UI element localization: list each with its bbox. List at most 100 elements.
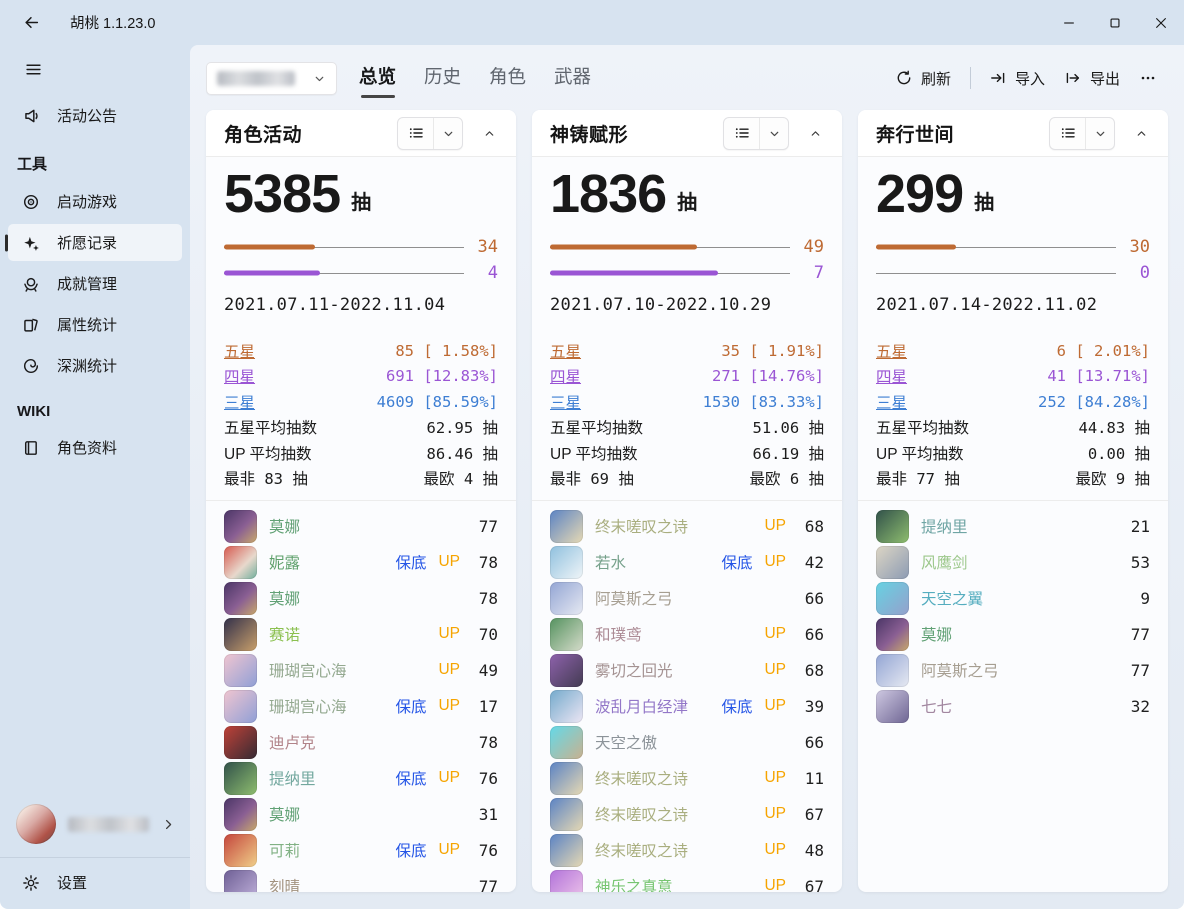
user-account-row[interactable] [0,795,190,853]
refresh-icon [896,70,912,86]
pull-count: 78 [472,589,498,608]
five-star-link[interactable]: 五星 [224,340,255,362]
list-mode-split-button[interactable] [723,117,789,150]
item-name: 莫娜 [269,515,436,537]
up-badge: UP [764,805,786,823]
item-name: 天空之傲 [595,731,762,753]
item-avatar [224,654,257,687]
launch-game-icon [21,192,40,211]
item-name: 和璞鸢 [595,623,740,645]
four-star-link[interactable]: 四星 [876,365,907,387]
tab-history[interactable]: 历史 [422,55,463,101]
banner-title: 奔行世间 [876,120,954,147]
four-star-link[interactable]: 四星 [550,365,581,387]
best-pull-value: 最欧 9 抽 [1076,467,1151,489]
maximize-button[interactable] [1092,0,1138,45]
item-avatar [224,618,257,651]
total-pulls: 5385 [224,167,340,222]
export-icon [1065,70,1081,86]
pull-item-row: 雾切之回光UP68 [550,652,824,688]
back-button[interactable] [14,8,48,38]
item-name: 若水 [595,551,709,573]
four-star-link[interactable]: 四星 [224,365,255,387]
pull-item-row: 若水保底UP42 [550,544,824,580]
item-avatar [550,690,583,723]
collapse-button[interactable] [800,118,830,148]
titlebar: 胡桃 1.1.23.0 [0,0,1184,45]
tab-bar: 总览 历史 角色 武器 [357,55,593,101]
tab-characters[interactable]: 角色 [487,55,528,101]
pull-item-row: 珊瑚宫心海UP49 [224,652,498,688]
refresh-button[interactable]: 刷新 [886,61,961,96]
sidebar-section-tools: 工具 [0,136,190,181]
date-range: 2021.07.11-2022.11.04 [224,295,498,315]
guarantee-badge: 保底 [721,551,752,573]
list-mode-split-button[interactable] [397,117,463,150]
item-name: 阿莫斯之弓 [595,587,762,609]
three-star-link[interactable]: 三星 [224,391,255,413]
abyss-stats-icon [21,356,40,375]
close-button[interactable] [1138,0,1184,45]
up-badge: UP [438,661,460,679]
list-icon[interactable] [1050,118,1085,149]
sidebar-item-settings[interactable]: 设置 [8,864,182,901]
guarantee-badge: 保底 [721,695,752,717]
sidebar-item-character-wiki[interactable]: 角色资料 [8,429,182,466]
sidebar-item-announcements[interactable]: 活动公告 [8,97,182,134]
sidebar-item-achievements[interactable]: 成就管理 [8,265,182,302]
uid-selector-dropdown[interactable] [206,62,337,95]
tab-overview[interactable]: 总览 [357,55,398,101]
item-avatar [550,654,583,687]
sidebar-section-wiki: WIKI [0,386,190,427]
five-star-pity-bar: 49 [550,238,824,256]
item-name: 终末嗟叹之诗 [595,803,740,825]
pull-count: 39 [798,697,824,716]
item-avatar [876,654,909,687]
pull-count: 78 [472,733,498,752]
item-avatar [224,798,257,831]
three-star-link[interactable]: 三星 [550,391,581,413]
chevron-down-icon[interactable] [1085,118,1114,149]
avg-five-label: 五星平均抽数 [550,416,643,438]
list-icon[interactable] [398,118,433,149]
chevron-up-icon [1135,127,1148,140]
minimize-button[interactable] [1046,0,1092,45]
item-avatar [550,582,583,615]
sidebar-item-launch-game[interactable]: 启动游戏 [8,183,182,220]
item-avatar [224,690,257,723]
import-button[interactable]: 导入 [980,61,1055,96]
sidebar-item-label: 启动游戏 [57,191,117,212]
collapse-button[interactable] [474,118,504,148]
sidebar-item-property-stats[interactable]: 属性统计 [8,306,182,343]
item-name: 赛诺 [269,623,414,645]
item-name: 珊瑚宫心海 [269,695,383,717]
five-star-link[interactable]: 五星 [550,340,581,362]
list-icon[interactable] [724,118,759,149]
card-header: 奔行世间 [858,110,1168,157]
three-star-link[interactable]: 三星 [876,391,907,413]
export-button[interactable]: 导出 [1055,61,1130,96]
app-title: 胡桃 1.1.23.0 [70,12,155,33]
four-star-pity-bar: 7 [550,264,824,282]
pull-count: 66 [798,733,824,752]
sidebar-item-abyss-stats[interactable]: 深渊统计 [8,347,182,384]
menu-toggle-button[interactable] [16,53,50,85]
chevron-down-icon [313,72,326,85]
chevron-down-icon[interactable] [433,118,462,149]
collapse-button[interactable] [1126,118,1156,148]
pull-item-row: 莫娜31 [224,796,498,832]
five-star-link[interactable]: 五星 [876,340,907,362]
tab-weapons[interactable]: 武器 [552,55,593,101]
list-mode-split-button[interactable] [1049,117,1115,150]
user-avatar [16,804,56,844]
toolbar-actions: 刷新 导入 导出 [886,61,1166,96]
sidebar-item-wish-records[interactable]: 祈愿记录 [8,224,182,261]
pull-count: 31 [472,805,498,824]
import-icon [990,70,1006,86]
more-button[interactable] [1130,63,1166,93]
chevron-down-icon[interactable] [759,118,788,149]
menu-icon [25,61,42,78]
item-avatar [224,834,257,867]
item-avatar [876,582,909,615]
pull-count: 76 [472,841,498,860]
